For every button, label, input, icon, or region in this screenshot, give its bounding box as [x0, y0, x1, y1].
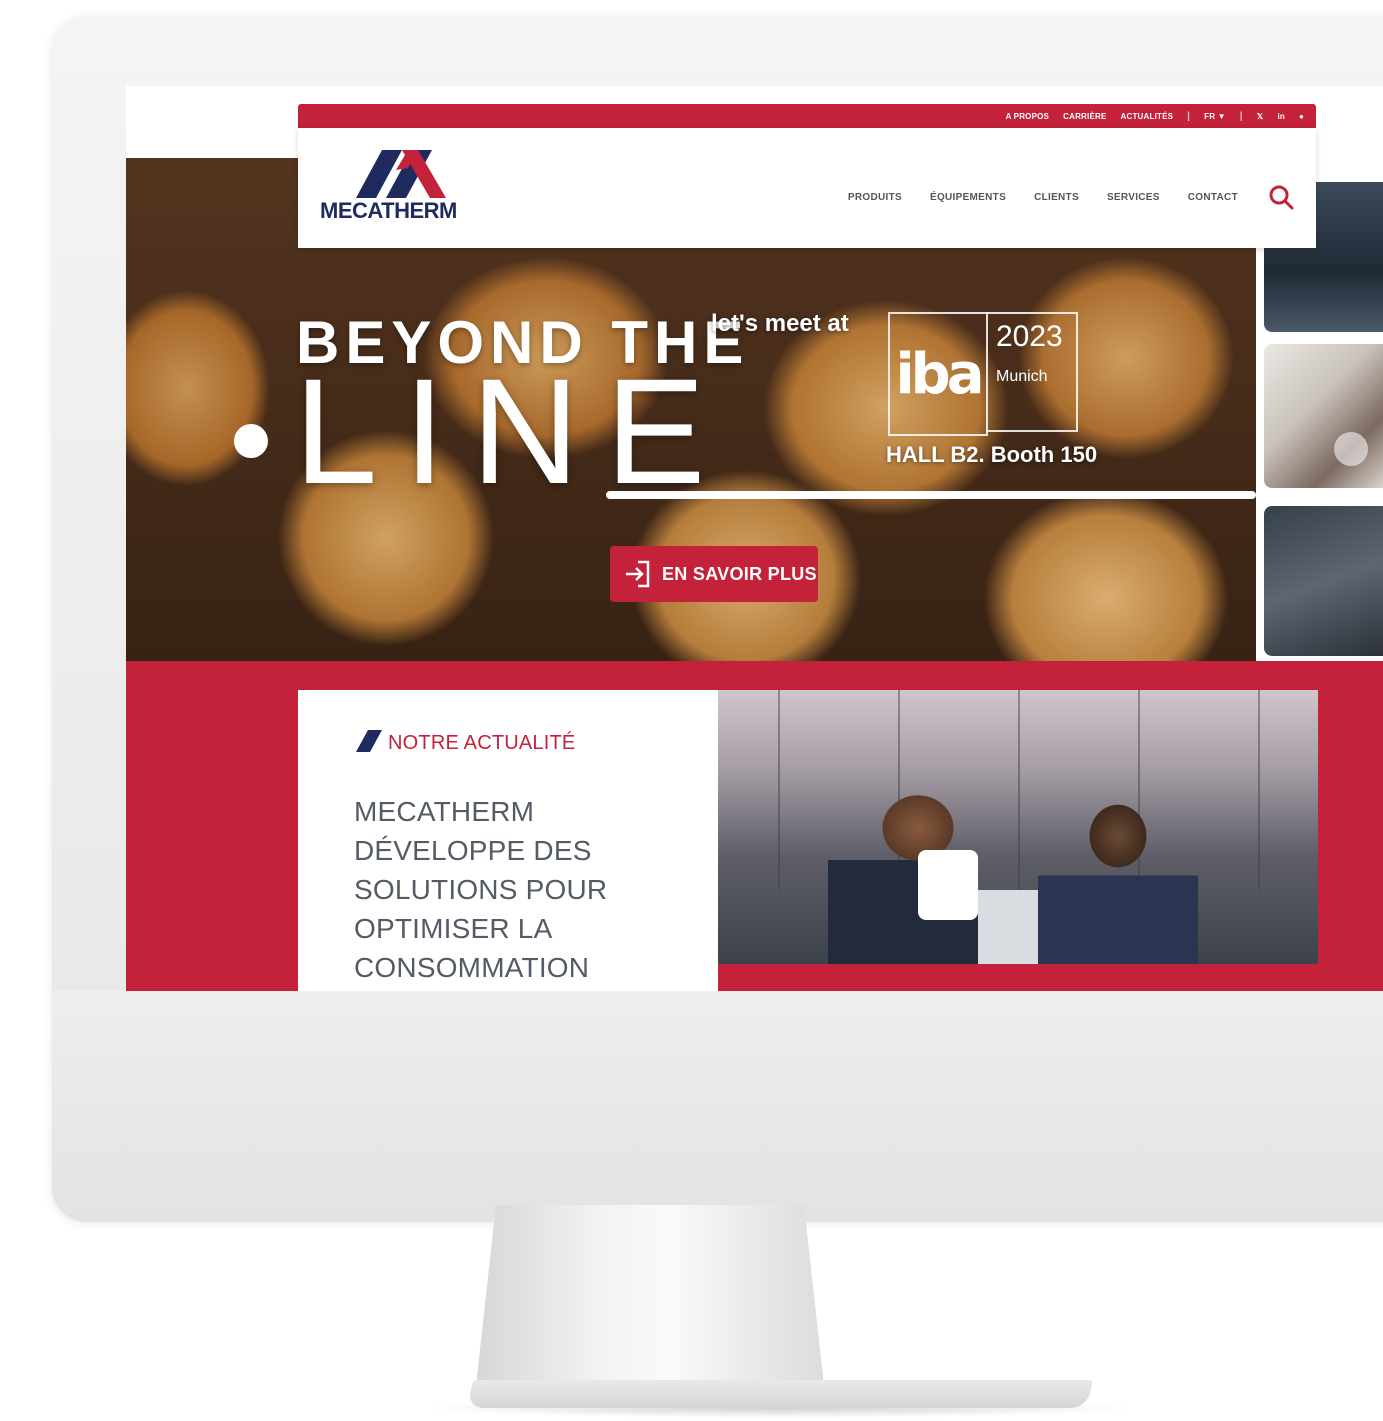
- top-link-apropos[interactable]: A PROPOS: [1006, 112, 1050, 121]
- iba-year: 2023: [996, 320, 1063, 353]
- news-photo[interactable]: [718, 690, 1318, 964]
- next-arrow-icon[interactable]: [1334, 432, 1368, 466]
- nav-item-equipements[interactable]: ÉQUIPEMENTS: [930, 192, 1006, 203]
- nav-item-clients[interactable]: CLIENTS: [1034, 192, 1079, 203]
- iba-city: Munich: [996, 368, 1048, 385]
- login-arrow-icon: [626, 560, 650, 588]
- cta-label: EN SAVOIR PLUS: [662, 563, 817, 584]
- engineer-sleeve: [918, 850, 978, 920]
- top-utility-bar: A PROPOS CARRIÈRE ACTUALITÉS | FR ▼ | 𝕏 …: [298, 104, 1316, 128]
- search-icon[interactable]: [1268, 184, 1294, 210]
- monitor-chin: [52, 990, 1383, 1222]
- top-link-actualites[interactable]: ACTUALITÉS: [1121, 112, 1174, 121]
- iba-logo-box: iba: [888, 312, 988, 436]
- main-header: MECATHERM PRODUITS ÉQUIPEMENTS CLIENTS S…: [298, 128, 1316, 248]
- line-bullet: [234, 424, 268, 458]
- main-nav: PRODUITS ÉQUIPEMENTS CLIENTS SERVICES CO…: [848, 192, 1238, 203]
- linkedin-icon[interactable]: in: [1277, 112, 1285, 121]
- nav-item-contact[interactable]: CONTACT: [1188, 192, 1238, 203]
- news-title[interactable]: MECATHERM DÉVELOPPE DES SOLUTIONS POUR O…: [354, 792, 694, 991]
- monitor-stand: [475, 1205, 825, 1395]
- hall-booth-text: HALL B2. Booth 150: [886, 442, 1098, 467]
- news-card[interactable]: NOTRE ACTUALITÉ MECATHERM DÉVELOPPE DES …: [298, 690, 718, 991]
- slash-icon: [356, 730, 382, 752]
- monitor-stand-foot: [467, 1380, 1093, 1408]
- slider-thumbnail-2[interactable]: [1264, 344, 1383, 488]
- logo-text[interactable]: MECATHERM: [320, 198, 457, 224]
- en-savoir-plus-button[interactable]: EN SAVOIR PLUS: [610, 546, 818, 602]
- hero-underline: [606, 491, 1256, 499]
- iba-logo: iba: [895, 341, 984, 407]
- window-frame: [778, 690, 780, 890]
- iba-info-box: 2023 Munich: [986, 312, 1078, 432]
- slider-thumbnail-3[interactable]: [1264, 506, 1383, 656]
- divider: |: [1187, 110, 1191, 122]
- hero-title-line2: LINE: [294, 347, 732, 515]
- twitter-icon[interactable]: 𝕏: [1257, 112, 1264, 121]
- youtube-icon[interactable]: ●: [1299, 112, 1304, 121]
- divider: |: [1239, 110, 1243, 122]
- language-select[interactable]: FR ▼: [1204, 112, 1226, 121]
- news-kicker: NOTRE ACTUALITÉ: [388, 732, 576, 754]
- nav-item-services[interactable]: SERVICES: [1107, 192, 1160, 203]
- engineer-figure: [1038, 790, 1198, 964]
- window-frame: [1018, 690, 1020, 890]
- nav-item-produits[interactable]: PRODUITS: [848, 192, 902, 203]
- window-frame: [1258, 690, 1260, 890]
- mecatherm-logo-icon[interactable]: [356, 150, 446, 198]
- hero-meet-text: let's meet at: [711, 310, 849, 337]
- top-link-carriere[interactable]: CARRIÈRE: [1063, 112, 1106, 121]
- website-screen: A PROPOS CARRIÈRE ACTUALITÉS | FR ▼ | 𝕏 …: [126, 86, 1383, 991]
